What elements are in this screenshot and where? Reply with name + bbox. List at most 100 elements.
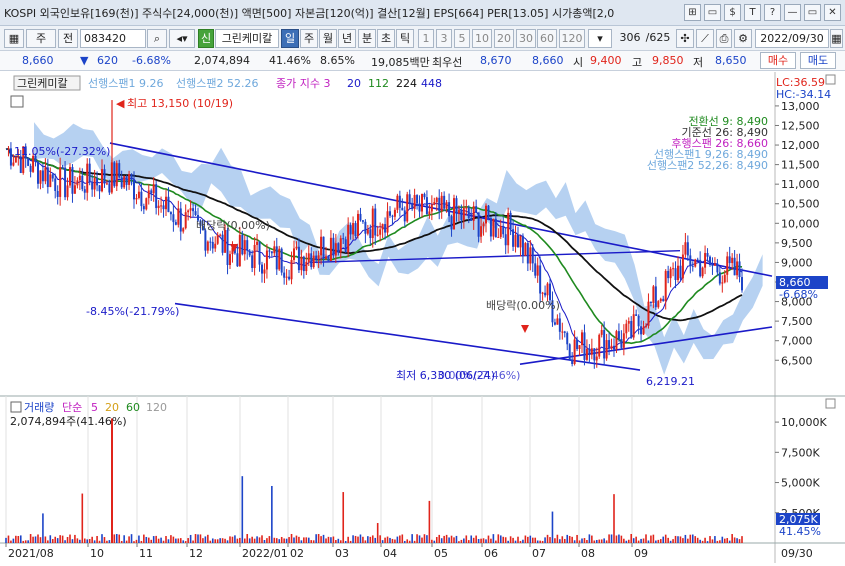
text-icon[interactable]: T bbox=[744, 4, 761, 21]
volume-bar bbox=[187, 538, 189, 543]
window-icon[interactable]: ▭ bbox=[704, 4, 721, 21]
candle-body bbox=[325, 256, 327, 259]
candle-body bbox=[93, 178, 96, 190]
tab-year[interactable]: 년 bbox=[338, 29, 356, 48]
volume-bar bbox=[610, 534, 613, 543]
grid-icon[interactable]: ▦ bbox=[4, 29, 24, 48]
volume-bar bbox=[241, 476, 244, 543]
candle-body bbox=[64, 167, 67, 198]
volume-bar bbox=[219, 538, 221, 543]
candle-body bbox=[194, 211, 197, 216]
candle-body bbox=[652, 286, 655, 304]
currency-icon[interactable]: $ bbox=[724, 4, 741, 21]
ma112-label: 112 bbox=[368, 77, 389, 90]
volume-bar bbox=[106, 540, 108, 543]
interval-60[interactable]: 60 bbox=[537, 29, 557, 48]
interval-20[interactable]: 20 bbox=[494, 29, 514, 48]
interval-120[interactable]: 120 bbox=[559, 29, 585, 48]
period-mode-button[interactable]: 전 bbox=[58, 29, 78, 48]
interval-custom[interactable]: ▾ bbox=[588, 29, 612, 48]
close-icon[interactable]: ✕ bbox=[824, 4, 841, 21]
candle-body bbox=[507, 212, 510, 246]
volume-collapse-icon[interactable] bbox=[825, 398, 836, 409]
mode-select[interactable]: 주 bbox=[26, 29, 56, 48]
table-icon[interactable] bbox=[10, 95, 24, 108]
volume-bar bbox=[674, 535, 677, 543]
code-input[interactable]: 083420 bbox=[80, 29, 146, 48]
candle-body bbox=[620, 339, 623, 348]
tab-minute[interactable]: 분 bbox=[358, 29, 376, 48]
print-icon[interactable]: ⎙ bbox=[716, 29, 732, 48]
sell-button[interactable]: 매도 bbox=[800, 52, 836, 69]
tab-week[interactable]: 주 bbox=[300, 29, 318, 48]
price-tick-label: 12,500 bbox=[781, 119, 820, 132]
volume-bar bbox=[248, 538, 251, 543]
volume-bar bbox=[125, 540, 128, 543]
interval-30[interactable]: 30 bbox=[516, 29, 536, 48]
volume-bar bbox=[258, 537, 261, 543]
volume-bar bbox=[403, 540, 406, 543]
candle-body bbox=[137, 191, 140, 198]
minimize-icon[interactable]: — bbox=[784, 4, 801, 21]
volume-value-text: 2,074,894주(41.46%) bbox=[10, 415, 127, 428]
calendar-icon[interactable]: ▦ bbox=[830, 29, 843, 48]
candle-body bbox=[251, 255, 254, 268]
search-icon[interactable]: ⌕ bbox=[147, 29, 167, 48]
count-input[interactable]: 306 bbox=[616, 29, 644, 48]
buy-button[interactable]: 매수 bbox=[760, 52, 796, 69]
crosshair-icon[interactable]: ✣ bbox=[676, 29, 694, 48]
price-chart-svg[interactable]: 13,000 12,500 12,000 11,500 11,000 10,500 10,0… bbox=[0, 72, 845, 563]
candle-body bbox=[108, 183, 111, 193]
candle-body bbox=[731, 257, 734, 264]
volume-bar bbox=[406, 539, 409, 543]
interval-1[interactable]: 1 bbox=[418, 29, 434, 48]
panel-collapse-icon[interactable] bbox=[825, 74, 836, 85]
chart-area[interactable]: 13,000 12,500 12,000 11,500 11,000 10,500 10,0… bbox=[0, 72, 845, 563]
settings-icon[interactable]: ⚙ bbox=[734, 29, 752, 48]
tab-tick[interactable]: 틱 bbox=[396, 29, 414, 48]
volume-bar bbox=[411, 534, 413, 543]
best-bid: 8,660 bbox=[532, 54, 564, 67]
time-axis-label: 04 bbox=[383, 547, 397, 560]
volume-bar bbox=[684, 534, 687, 543]
candle-body bbox=[401, 207, 404, 211]
candle-body bbox=[177, 208, 180, 225]
volume-bar bbox=[56, 538, 59, 543]
candle-body bbox=[504, 234, 507, 246]
candle-body bbox=[352, 223, 355, 235]
open-value: 9,400 bbox=[590, 54, 622, 67]
candle-body bbox=[204, 230, 207, 251]
sound-icon[interactable]: ◂▾ bbox=[169, 29, 195, 48]
volume-bar bbox=[652, 534, 655, 543]
tab-second[interactable]: 초 bbox=[377, 29, 395, 48]
volume-bar bbox=[367, 536, 369, 543]
candle-body bbox=[371, 208, 374, 239]
volume-value: 2,074,894 bbox=[194, 54, 250, 67]
tile-icon[interactable]: ⊞ bbox=[684, 4, 701, 21]
volume-bar bbox=[544, 537, 546, 543]
volume-bar bbox=[290, 533, 293, 543]
volume-bar bbox=[263, 540, 266, 543]
date-input[interactable]: 2022/09/30 bbox=[755, 29, 829, 48]
interval-5[interactable]: 5 bbox=[454, 29, 470, 48]
draw-icon[interactable]: ⟋ bbox=[696, 29, 714, 48]
close-index-label: 종가 지수 3 bbox=[276, 77, 330, 90]
candle-body bbox=[305, 261, 308, 272]
candle-body bbox=[440, 195, 443, 212]
candle-body bbox=[541, 292, 544, 294]
interval-10[interactable]: 10 bbox=[472, 29, 492, 48]
hc-value: HC:-34.14 bbox=[776, 88, 831, 101]
volume-bar bbox=[691, 534, 694, 543]
volume-bar bbox=[120, 540, 123, 543]
candle-body bbox=[642, 326, 645, 335]
ma20-label: 20 bbox=[347, 77, 361, 90]
maximize-icon[interactable]: ▭ bbox=[804, 4, 821, 21]
candle-body bbox=[462, 208, 465, 220]
tab-day[interactable]: 일 bbox=[281, 29, 299, 48]
tab-month[interactable]: 월 bbox=[319, 29, 337, 48]
candle-body bbox=[600, 330, 603, 335]
volume-bar bbox=[620, 535, 623, 543]
help-icon[interactable]: ? bbox=[764, 4, 781, 21]
interval-3[interactable]: 3 bbox=[436, 29, 452, 48]
volume-table-icon[interactable] bbox=[10, 401, 22, 413]
